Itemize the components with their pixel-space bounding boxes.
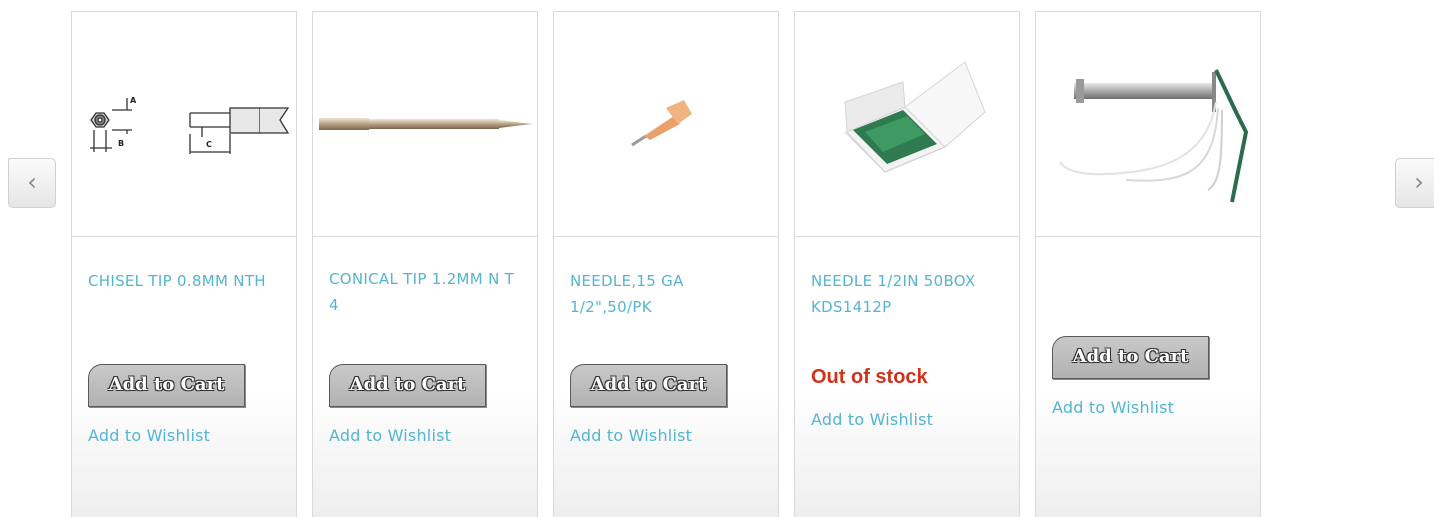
dimension-label-b: B bbox=[118, 139, 124, 148]
product-card: NEEDLE,15 GA 1/2",50/PK Add to Cart Add … bbox=[553, 11, 779, 517]
product-info: NEEDLE 1/2IN 50BOX KDS1412P Out of stock… bbox=[795, 238, 1019, 517]
needle-image bbox=[631, 100, 692, 147]
add-to-cart-button[interactable]: Add to Cart bbox=[88, 364, 245, 407]
product-image[interactable] bbox=[554, 12, 778, 237]
product-info: CHISEL TIP 0.8MM NTH Add to Cart Add to … bbox=[72, 238, 296, 517]
carousel-prev-button[interactable]: ‹ bbox=[8, 158, 56, 208]
add-to-wishlist-link[interactable]: Add to Wishlist bbox=[1052, 398, 1174, 417]
product-card: A B C CHISEL TIP 0.8MM NTH Add to Cart A… bbox=[71, 11, 297, 517]
heater-element-image bbox=[1059, 69, 1249, 203]
product-image[interactable] bbox=[1036, 12, 1260, 237]
product-info: CONICAL TIP 1.2MM N T 4 Add to Cart Add … bbox=[313, 238, 537, 517]
product-name-link[interactable]: CHISEL TIP 0.8MM NTH bbox=[88, 268, 284, 294]
chevron-left-icon: ‹ bbox=[27, 168, 37, 196]
add-to-wishlist-link[interactable]: Add to Wishlist bbox=[570, 426, 692, 445]
chevron-right-icon: › bbox=[1414, 168, 1424, 196]
add-to-wishlist-link[interactable]: Add to Wishlist bbox=[811, 410, 933, 429]
chisel-tip-diagram: A B C bbox=[90, 96, 290, 154]
dimension-label-a: A bbox=[130, 96, 137, 105]
product-name-link[interactable]: CONICAL TIP 1.2MM N T 4 bbox=[329, 266, 525, 318]
dimension-label-c: C bbox=[206, 140, 212, 149]
add-to-wishlist-link[interactable]: Add to Wishlist bbox=[329, 426, 451, 445]
add-to-cart-button[interactable]: Add to Cart bbox=[1052, 336, 1209, 379]
product-image[interactable]: A B C bbox=[72, 12, 296, 237]
add-to-cart-button[interactable]: Add to Cart bbox=[570, 364, 727, 407]
product-image[interactable] bbox=[795, 12, 1019, 237]
product-image[interactable] bbox=[313, 12, 537, 237]
carousel-next-button[interactable]: › bbox=[1395, 158, 1434, 208]
product-card: CONICAL TIP 1.2MM N T 4 Add to Cart Add … bbox=[312, 11, 538, 517]
add-to-cart-button[interactable]: Add to Cart bbox=[329, 364, 486, 407]
product-card: Add to Cart Add to Wishlist bbox=[1035, 11, 1261, 517]
out-of-stock-label: Out of stock bbox=[811, 366, 928, 388]
product-name-link[interactable]: NEEDLE 1/2IN 50BOX KDS1412P bbox=[811, 268, 1007, 320]
product-card: NEEDLE 1/2IN 50BOX KDS1412P Out of stock… bbox=[794, 11, 1020, 517]
product-info: Add to Cart Add to Wishlist bbox=[1036, 238, 1260, 517]
needle-box-image bbox=[844, 61, 986, 173]
conical-tip-image bbox=[319, 118, 533, 130]
product-info: NEEDLE,15 GA 1/2",50/PK Add to Cart Add … bbox=[554, 238, 778, 517]
add-to-wishlist-link[interactable]: Add to Wishlist bbox=[88, 426, 210, 445]
product-name-link[interactable]: NEEDLE,15 GA 1/2",50/PK bbox=[570, 268, 766, 320]
